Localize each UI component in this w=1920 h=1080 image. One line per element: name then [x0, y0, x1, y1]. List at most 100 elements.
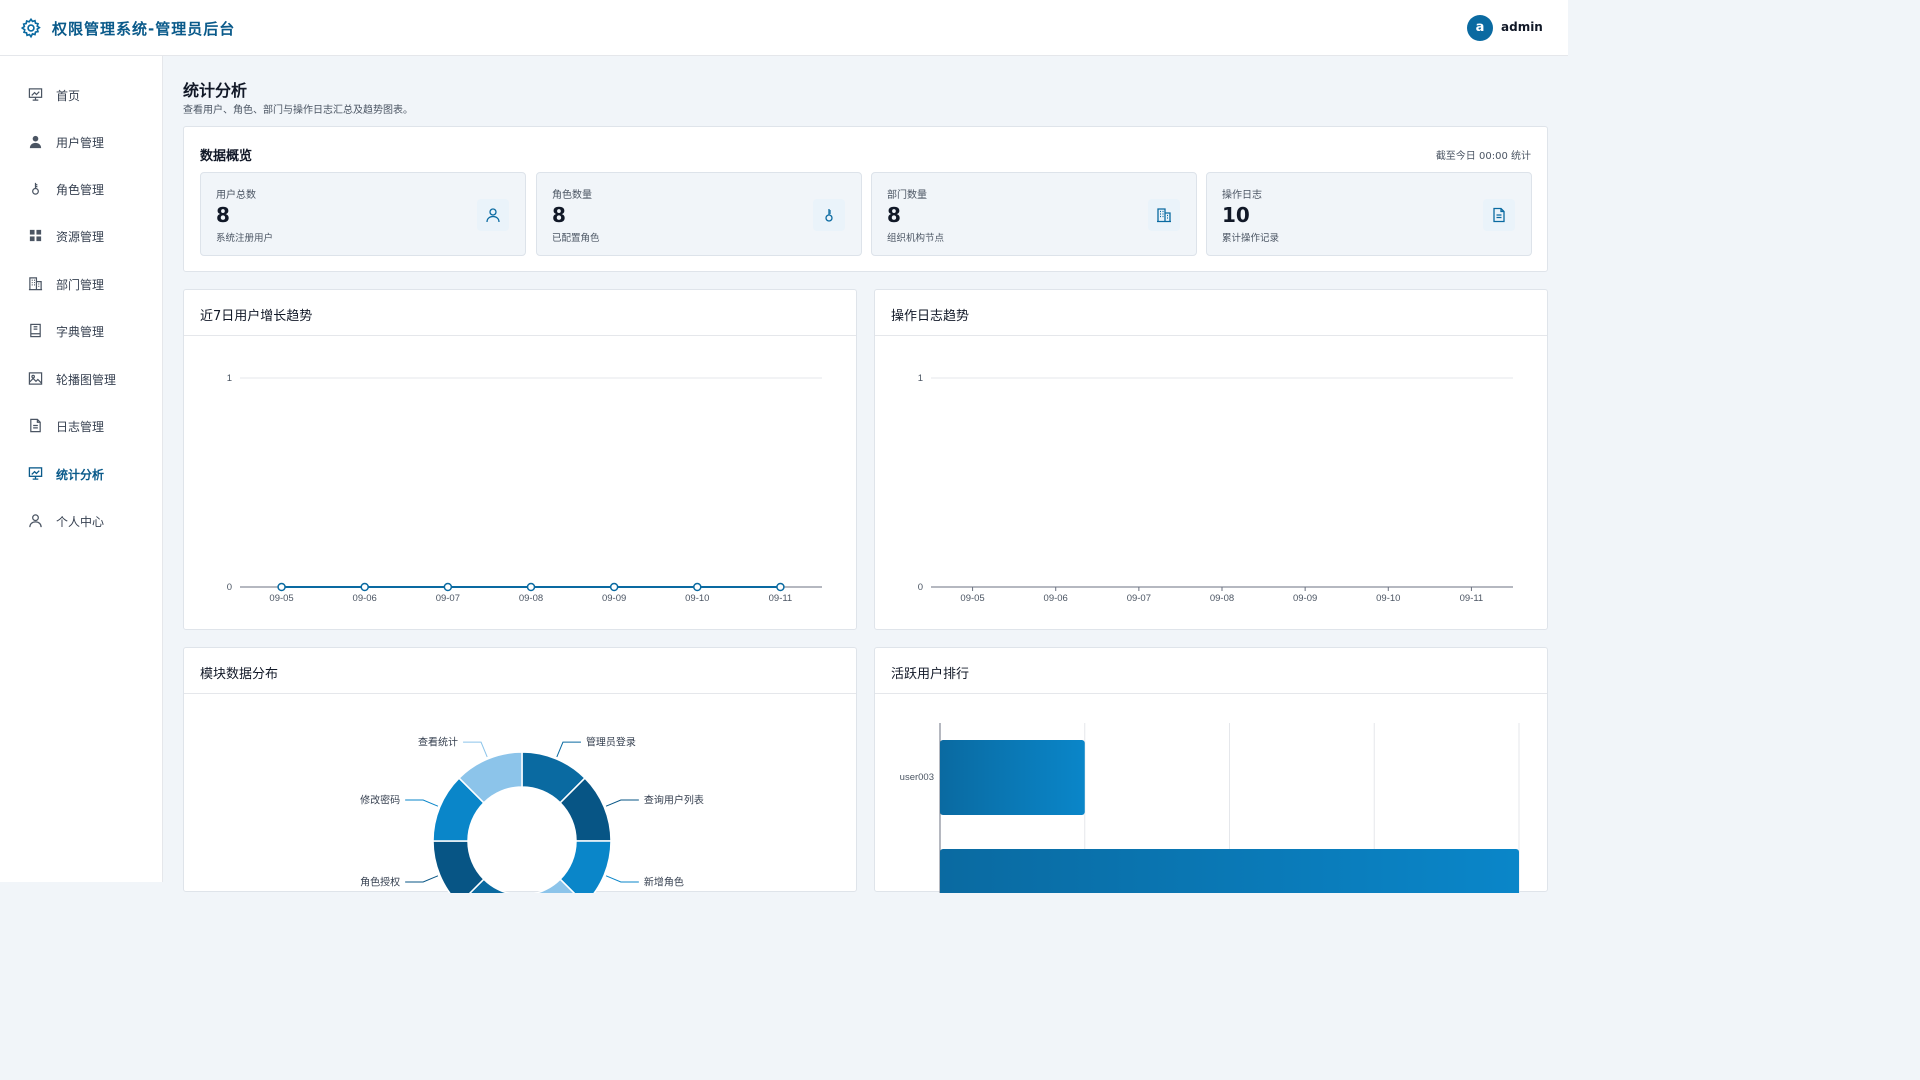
sidebar-item-label: 字典管理	[56, 325, 105, 339]
building-icon	[1148, 199, 1180, 231]
app-title: 权限管理系统-管理员后台	[52, 20, 236, 38]
sidebar-item-label: 部门管理	[56, 278, 105, 292]
username[interactable]: admin	[1501, 20, 1543, 34]
stat-desc: 累计操作记录	[1222, 233, 1280, 244]
sidebar-item-logs[interactable]: 日志管理	[0, 406, 162, 446]
pie-leader-line	[605, 799, 639, 807]
pie-slice	[432, 840, 485, 893]
sidebar-item-roles[interactable]: 角色管理	[0, 169, 162, 209]
module-distribution-chart: 管理员登录查询用户列表新增角色 角色授权 修改密码 查看统计	[360, 736, 704, 893]
sidebar-item-label: 日志管理	[56, 420, 105, 434]
sidebar-item-label: 首页	[56, 89, 81, 103]
user-growth-panel: 近7日用户增长趋势 0 1 09-05 09-06 09-07 09-08 09-09 09-…	[183, 289, 857, 630]
stat-card-users: 用户总数 8 系统注册用户	[200, 172, 526, 256]
document-icon	[30, 418, 41, 433]
stat-value: 10	[1222, 203, 1250, 227]
pie-leader-line	[405, 875, 439, 883]
overview-card: 数据概览 截至今日 00:00 统计 用户总数 8 系统注册用户 角色数量 8 …	[183, 126, 1548, 272]
x-tick-label: 09-11	[769, 593, 793, 604]
user-icon	[477, 199, 509, 231]
x-tick-label: 09-05	[269, 593, 293, 604]
active-users-chart: user003	[900, 723, 1520, 893]
log-trend-chart: 0 1 09-05 09-06 09-07 09-08 09-09 09-10 09-11	[918, 373, 1513, 604]
stat-value: 8	[552, 203, 566, 227]
stat-label: 部门数量	[887, 190, 927, 201]
overview-title: 数据概览	[200, 149, 253, 164]
page-subtitle: 查看用户、角色、部门与操作日志汇总及趋势图表。	[183, 105, 413, 116]
sidebar-item-dictionary[interactable]: 字典管理	[0, 311, 162, 351]
user-outline-icon	[29, 514, 42, 528]
y-tick-label: 1	[918, 373, 923, 384]
stat-value: 8	[887, 203, 901, 227]
sidebar-item-statistics[interactable]: 统计分析	[0, 454, 162, 494]
stat-label: 角色数量	[552, 190, 592, 201]
bar	[940, 740, 1085, 815]
sidebar-item-label: 资源管理	[56, 230, 105, 244]
stat-desc: 系统注册用户	[216, 233, 274, 244]
bar	[940, 849, 1519, 893]
module-distribution-panel: 模块数据分布 管理员登录 查询用户列表 新增角色 角色授权 修改密码 查看统计	[183, 647, 857, 893]
active-users-panel: 活跃用户排行 user003	[874, 647, 1548, 893]
sidebar-item-departments[interactable]: 部门管理	[0, 264, 162, 304]
y-tick-label: 0	[227, 582, 232, 593]
stat-desc: 已配置角色	[552, 233, 600, 244]
sidebar-item-label: 角色管理	[56, 183, 105, 197]
pie-leader-line	[405, 799, 439, 807]
sidebar-item-label: 个人中心	[56, 515, 105, 529]
top-bar: 权限管理系统-管理员后台 a admin	[0, 0, 1568, 56]
document-icon	[1483, 199, 1515, 231]
sidebar-item-profile[interactable]: 个人中心	[0, 501, 162, 541]
avatar[interactable]: a	[1467, 15, 1493, 41]
role-key-icon	[32, 182, 39, 195]
sidebar-item-label: 用户管理	[56, 136, 105, 150]
stat-card-roles: 角色数量 8 已配置角色	[536, 172, 862, 256]
building-icon	[28, 277, 43, 291]
page-title: 统计分析	[183, 81, 248, 100]
sidebar-item-home[interactable]: 首页	[0, 75, 162, 115]
data-point	[526, 582, 536, 592]
y-tick-label: user003	[900, 772, 934, 783]
sidebar-item-resources[interactable]: 资源管理	[0, 216, 162, 256]
stat-desc: 组织机构节点	[887, 233, 945, 244]
pie-slice-label: 角色授权	[360, 875, 400, 888]
pie-slice-label: 修改密码	[360, 794, 400, 807]
pie-slice-label: 新增角色	[644, 875, 684, 888]
image-icon	[28, 372, 43, 385]
pie-leader-line	[463, 741, 488, 758]
user-icon	[29, 135, 42, 149]
x-tick-label: 09-11	[1460, 593, 1484, 604]
x-tick-label: 09-05	[960, 593, 984, 604]
pie-slice-label: 管理员登录	[586, 736, 636, 749]
x-tick-label: 09-09	[602, 593, 626, 604]
log-trend-panel: 操作日志趋势 0 1 09-05 09-06 09-07 09-08 09-09 09-10 0…	[874, 289, 1548, 630]
gear-icon[interactable]	[20, 17, 42, 39]
pie-slice-label: 查看统计	[418, 736, 458, 749]
user-growth-chart: 0 1 09-05 09-06 09-07 09-08 09-09 09-10 09-11	[227, 373, 822, 604]
data-point	[609, 582, 619, 592]
x-tick-label: 09-06	[353, 593, 377, 604]
sidebar-item-label: 轮播图管理	[56, 373, 117, 387]
presentation-chart-icon	[28, 88, 43, 101]
stat-label: 操作日志	[1222, 190, 1262, 201]
stat-value: 8	[216, 203, 230, 227]
data-point	[776, 582, 785, 592]
x-tick-label: 09-07	[436, 593, 460, 604]
sidebar-item-users[interactable]: 用户管理	[0, 122, 162, 162]
x-tick-label: 09-08	[519, 593, 543, 604]
x-tick-label: 09-08	[1210, 593, 1234, 604]
pie-leader-line	[556, 741, 581, 758]
data-point	[443, 582, 453, 592]
sidebar-item-carousel[interactable]: 轮播图管理	[0, 359, 162, 399]
sidebar-item-label: 统计分析	[56, 468, 105, 482]
presentation-chart-icon	[28, 467, 43, 480]
sidebar: 首页 用户管理 角色管理 资源管理 部门管理 字典管理 轮播图管理 日志管理 统…	[0, 56, 163, 882]
data-point	[360, 582, 369, 592]
data-point	[693, 582, 702, 592]
data-point	[277, 582, 286, 592]
role-key-icon	[813, 199, 845, 231]
stat-label: 用户总数	[216, 190, 256, 201]
overview-note: 截至今日 00:00 统计	[1435, 151, 1531, 162]
book-icon	[30, 323, 41, 338]
x-tick-label: 09-10	[685, 593, 709, 604]
pie-slice	[559, 840, 612, 893]
